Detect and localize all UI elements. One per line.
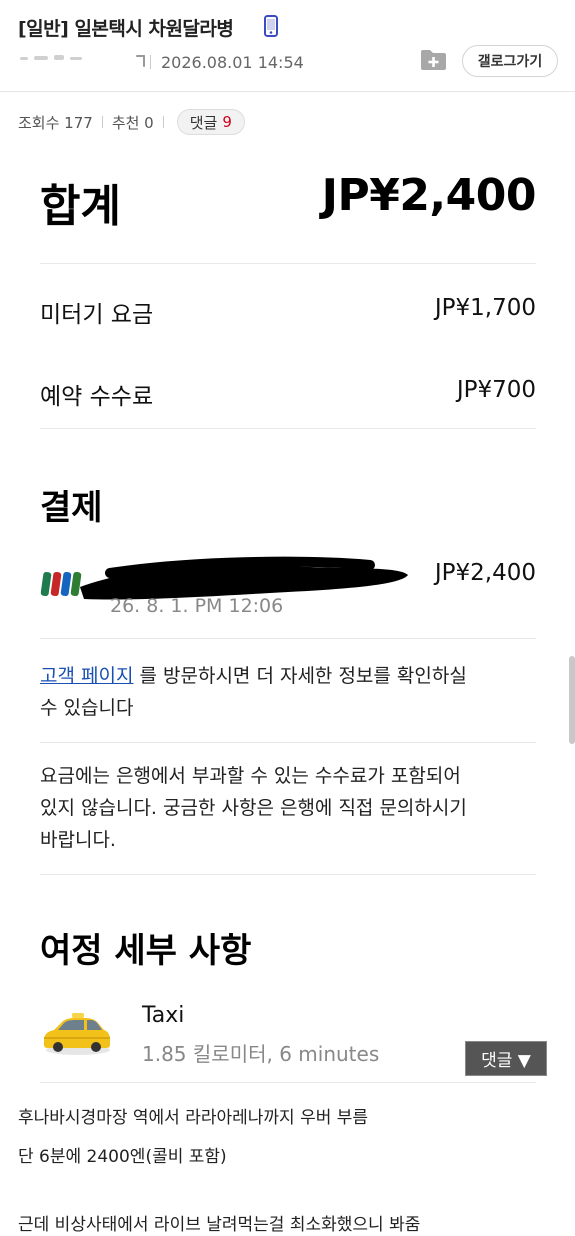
- post-header: [일반] 일본택시 차원달라병 2026.08.01 14:54 갤로그가기: [0, 0, 575, 92]
- fee-note: 요금에는 은행에서 부과할 수 있는 수수료가 포함되어 있지 않습니다. 궁금…: [40, 760, 520, 856]
- floating-comment-button[interactable]: 댓글 ▼: [465, 1041, 547, 1076]
- booking-fee-value: JP¥700: [456, 377, 536, 403]
- fee-note-line-2: 있지 않습니다. 궁금한 사항은 은행에 직접 문의하시기: [40, 797, 467, 819]
- payment-date: 26. 8. 1. PM 12:06: [110, 595, 284, 617]
- divider: [40, 1082, 536, 1083]
- booking-fee-label: 예약 수수료: [40, 384, 154, 410]
- scrollbar-thumb[interactable]: [569, 656, 575, 744]
- gallog-button[interactable]: 갤로그가기: [462, 45, 558, 77]
- post-title: [일반] 일본택시 차원달라병: [18, 18, 234, 40]
- trip-distance-duration: 1.85 킬로미터, 6 minutes: [142, 1042, 380, 1066]
- divider: [40, 428, 536, 429]
- comment-count-button[interactable]: 댓글 9: [176, 109, 245, 135]
- total-label: 합계: [40, 181, 121, 232]
- vehicle-name: Taxi: [142, 1003, 185, 1028]
- customer-page-note-text-2: 수 있습니다: [40, 697, 134, 719]
- payment-amount: JP¥2,400: [434, 560, 536, 586]
- trip-details-heading: 여정 세부 사항: [40, 931, 252, 971]
- comment-label: 댓글: [189, 113, 218, 132]
- divider: [40, 638, 536, 639]
- stat-divider: [162, 116, 164, 128]
- customer-page-link[interactable]: 고객 페이지: [40, 665, 133, 687]
- recommend-count: 추천 0: [111, 113, 154, 132]
- customer-page-note-text: 를 방문하시면 더 자세한 정보를 확인하실: [133, 665, 467, 687]
- author-name-blurred: [18, 53, 146, 71]
- post-date: 2026.08.01 14:54: [161, 52, 304, 72]
- divider: [40, 742, 536, 743]
- divider: [40, 874, 536, 875]
- fare-value: JP¥1,700: [434, 295, 536, 321]
- customer-page-note: 고객 페이지 를 방문하시면 더 자세한 정보를 확인하실 수 있습니다: [40, 660, 520, 724]
- post-meta: 2026.08.01 14:54: [18, 50, 304, 74]
- body-line-1: 후나바시경마장 역에서 라라아레나까지 우버 부름: [18, 1108, 369, 1128]
- phone-icon: [264, 15, 278, 37]
- total-value: JP¥2,400: [321, 170, 537, 221]
- post-stats: 조회수 177 추천 0 댓글 9: [18, 108, 245, 136]
- fare-label: 미터기 요금: [40, 302, 154, 328]
- stat-divider: [101, 116, 103, 128]
- taxi-icon: [44, 1013, 110, 1055]
- divider: [40, 263, 536, 264]
- view-count: 조회수 177: [18, 113, 93, 132]
- meta-divider: [150, 55, 151, 69]
- fee-note-line-3: 바랍니다.: [40, 829, 116, 851]
- payment-heading: 결제: [40, 488, 103, 528]
- comment-count: 9: [222, 113, 232, 131]
- body-line-2: 단 6분에 2400엔(콜비 포함): [18, 1147, 227, 1167]
- fee-note-line-1: 요금에는 은행에서 부과할 수 있는 수수료가 포함되어: [40, 765, 461, 787]
- body-line-3: 근데 비상사태에서 라이브 날려먹는걸 최소화했으니 봐줌: [18, 1215, 421, 1235]
- folder-add-icon[interactable]: [420, 49, 447, 71]
